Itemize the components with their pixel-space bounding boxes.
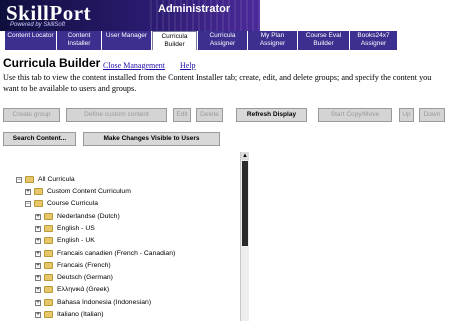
folder-icon [44, 261, 53, 269]
tree-item-label: Course Curricula [47, 200, 98, 208]
expand-icon[interactable]: + [35, 238, 41, 245]
tree-item-label: Francais canadien (French - Canadian) [57, 249, 176, 257]
folder-icon [34, 188, 43, 195]
tab-books24x7-assigner[interactable]: Books24x7 Assigner [350, 31, 398, 50]
tab-curricula-builder[interactable]: Curricula Builder [152, 31, 197, 50]
delete-button[interactable]: Delete [196, 108, 223, 122]
expand-icon[interactable]: + [35, 287, 41, 294]
collapse-icon[interactable]: − [25, 201, 31, 208]
folder-icon [44, 224, 53, 232]
close-management-link[interactable]: Close Management [103, 61, 165, 70]
tree-item-label: Nederlandse (Dutch) [57, 212, 120, 220]
tree-item-label: Deutsch (German) [57, 274, 113, 282]
folder-icon [44, 212, 53, 220]
scroll-thumb[interactable] [242, 161, 248, 246]
folder-icon [44, 249, 53, 257]
down-button[interactable]: Down [419, 108, 445, 122]
start-copy-move-button[interactable]: Start Copy/Move [318, 108, 392, 122]
tree-item-label: Bahasa Indonesia (Indonesian) [57, 298, 152, 306]
make-changes-visible-button[interactable]: Make Changes Visible to Users [83, 132, 220, 146]
tree-scrollbar[interactable]: ▲ [240, 152, 249, 321]
folder-icon [44, 298, 53, 306]
expand-icon[interactable]: + [35, 312, 41, 318]
scroll-up-arrow-icon[interactable]: ▲ [241, 152, 249, 160]
expand-icon[interactable]: + [35, 299, 41, 306]
tree-item-label: English - US [57, 224, 95, 232]
create-group-button[interactable]: Create group [3, 108, 60, 122]
tab-content-locator[interactable]: Content Locator [5, 31, 57, 50]
app-header: SkillPort Powered by SkillSoft Administr… [0, 0, 450, 31]
edit-button[interactable]: Edit [173, 108, 191, 122]
expand-icon[interactable]: + [25, 189, 31, 195]
refresh-display-button[interactable]: Refresh Display [236, 108, 307, 122]
help-link[interactable]: Help [180, 61, 196, 70]
brand-banner: SkillPort Powered by SkillSoft Administr… [0, 0, 260, 31]
page-title: Curricula Builder [3, 56, 101, 70]
page-description: Use this tab to view the content install… [3, 73, 432, 93]
define-custom-content-button[interactable]: Define custom content [66, 108, 167, 122]
tab-my-plan-assigner[interactable]: My Plan Assigner [248, 31, 298, 50]
tab-user-manager[interactable]: User Manager [102, 31, 152, 50]
tab-curricula-assigner[interactable]: Curricula Assigner [198, 31, 248, 50]
folder-icon [34, 200, 43, 208]
expand-icon[interactable]: + [35, 250, 41, 257]
folder-icon [44, 311, 53, 318]
tab-bar: Content Locator Content Installer User M… [0, 31, 450, 50]
tree-item-label: Ελληνικά (Greek) [57, 286, 110, 294]
collapse-icon[interactable]: − [16, 177, 22, 183]
folder-icon [44, 286, 53, 294]
expand-icon[interactable]: + [35, 275, 41, 282]
tree-root-label: All Curricula [38, 176, 75, 183]
tree-item-label: English - UK [57, 237, 95, 245]
page-title-row: Curricula Builder [3, 56, 100, 70]
search-content-button[interactable]: Search Content... [3, 132, 76, 146]
expand-icon[interactable]: + [35, 213, 41, 220]
tab-content-installer[interactable]: Content Installer [57, 31, 102, 50]
folder-icon [25, 176, 34, 183]
curricula-tree: − All Curricula + Custom Content Curricul… [3, 152, 246, 321]
folder-icon [44, 237, 53, 245]
expand-icon[interactable]: + [35, 225, 41, 232]
expand-icon[interactable]: + [35, 262, 41, 269]
logo-tagline: Powered by SkillSoft [10, 22, 66, 28]
tree-item-label: Italiano (Italian) [57, 311, 104, 318]
role-label: Administrator [158, 3, 231, 15]
tree-item-label: Custom Content Curriculum [47, 188, 131, 195]
folder-icon [44, 274, 53, 282]
tree-item-label: Francais (French) [57, 261, 111, 269]
tab-course-eval-builder[interactable]: Course Eval Builder [298, 31, 350, 50]
up-button[interactable]: Up [399, 108, 414, 122]
